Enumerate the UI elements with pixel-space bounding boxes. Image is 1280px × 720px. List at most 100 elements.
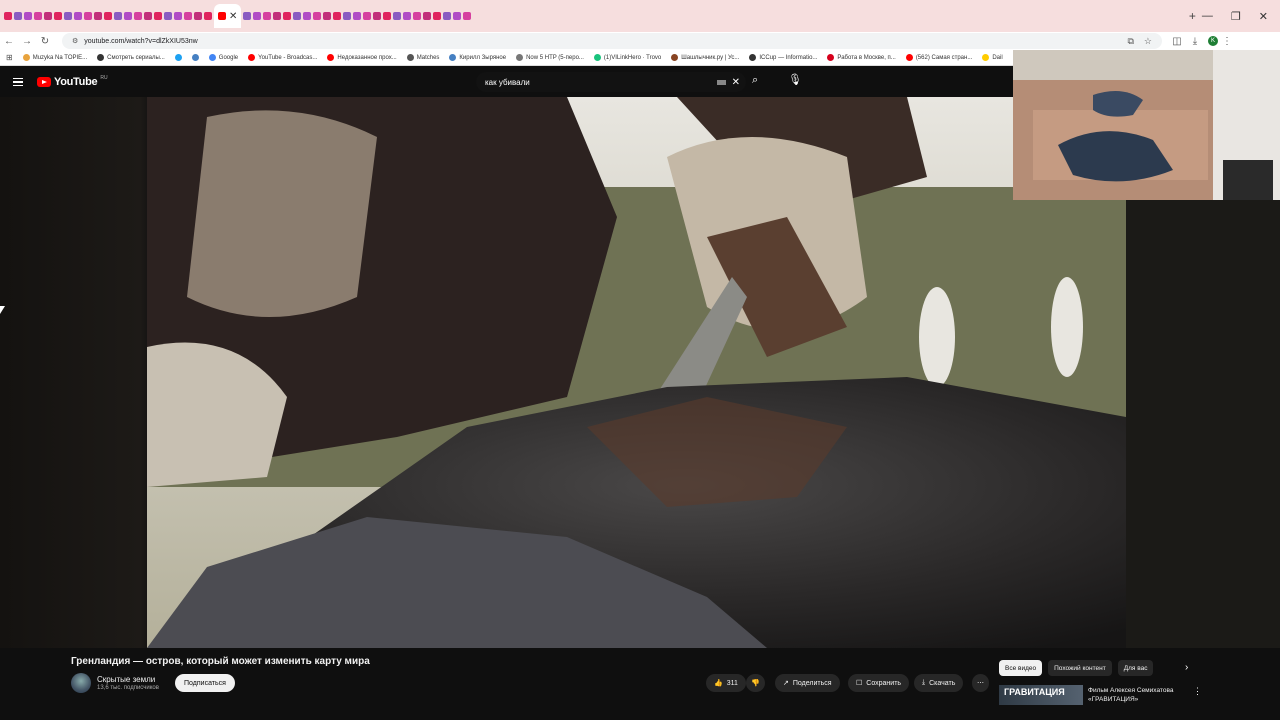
tab-favicon-icon[interactable] bbox=[204, 12, 212, 20]
channel-avatar[interactable] bbox=[71, 673, 91, 693]
dislike-button[interactable]: 👎 bbox=[746, 674, 765, 692]
chip-for-you[interactable]: Для вас bbox=[1117, 660, 1154, 676]
mic-icon[interactable]: 🎙 bbox=[788, 73, 802, 86]
tab-favicon-icon[interactable] bbox=[393, 12, 402, 20]
tab-favicon-icon[interactable] bbox=[94, 12, 102, 20]
recommendation-menu-icon[interactable]: ⋮ bbox=[1193, 686, 1202, 697]
tab-favicon-icon[interactable] bbox=[14, 12, 22, 20]
more-actions-button[interactable]: ⋯ bbox=[972, 674, 989, 692]
tab-favicon-icon[interactable] bbox=[283, 12, 292, 20]
tab-favicon-icon[interactable] bbox=[403, 12, 412, 20]
bookmark-item[interactable]: Работа в Москве, п... bbox=[827, 54, 896, 61]
apps-grid-icon[interactable]: ⊞ bbox=[6, 53, 13, 62]
profile-avatar[interactable]: K bbox=[1208, 36, 1218, 46]
subscribe-button[interactable]: Подписаться bbox=[175, 674, 235, 692]
tab-favicon-icon[interactable] bbox=[303, 12, 312, 20]
bookmark-item[interactable]: Muzyka Na TOPIE... bbox=[22, 54, 87, 61]
bookmark-item[interactable] bbox=[191, 54, 199, 61]
tab-favicon-icon[interactable] bbox=[433, 12, 442, 20]
tab-favicon-icon[interactable] bbox=[154, 12, 162, 20]
search-icon[interactable]: ⌕ bbox=[752, 74, 758, 87]
chip-similar[interactable]: Похожий контент bbox=[1048, 660, 1112, 676]
tab-favicon-icon[interactable] bbox=[413, 12, 422, 20]
channel-name[interactable]: Скрытые земли bbox=[97, 675, 155, 684]
tab-favicon-icon[interactable] bbox=[134, 12, 142, 20]
forward-icon[interactable]: → bbox=[18, 36, 36, 47]
restore-icon[interactable]: ❐ bbox=[1231, 10, 1241, 23]
bookmark-item[interactable] bbox=[174, 54, 182, 61]
bookmark-item[interactable]: Dail bbox=[982, 54, 1003, 61]
tab-favicon-icon[interactable] bbox=[323, 12, 332, 20]
tab-favicon-icon[interactable] bbox=[124, 12, 132, 20]
tab-favicon-icon[interactable] bbox=[164, 12, 172, 20]
extensions-icon[interactable]: ◫ bbox=[1168, 36, 1186, 47]
tab-favicon-icon[interactable] bbox=[293, 12, 302, 20]
tab-favicon-icon[interactable] bbox=[263, 12, 272, 20]
address-bar[interactable]: ⚙ youtube.com/watch?v=dlZkXIU53nw ⧉ ☆ bbox=[62, 33, 1162, 49]
bookmark-item[interactable]: ICCup — Informatio... bbox=[749, 54, 817, 61]
browser-menu-icon[interactable]: ⋮ bbox=[1218, 36, 1236, 47]
reload-icon[interactable]: ↻ bbox=[36, 36, 54, 47]
chip-all-videos[interactable]: Все видео bbox=[999, 660, 1043, 676]
tab-favicon-icon[interactable] bbox=[343, 12, 352, 20]
bookmark-item[interactable]: Шашлычник.ру | Ус... bbox=[671, 54, 739, 61]
download-button[interactable]: ⤓ Скачать bbox=[914, 674, 964, 692]
tab-favicon-icon[interactable] bbox=[373, 12, 382, 20]
downloads-icon[interactable]: ⤓ bbox=[1186, 36, 1204, 47]
save-button[interactable]: ☐ Сохранить bbox=[848, 674, 910, 692]
tab-favicon-icon[interactable] bbox=[443, 12, 452, 20]
url-text[interactable]: youtube.com/watch?v=dlZkXIU53nw bbox=[84, 38, 197, 45]
new-tab-button[interactable]: + bbox=[1183, 9, 1202, 23]
close-icon[interactable]: ✕ bbox=[1259, 10, 1268, 23]
bookmark-item[interactable]: (562) Самая стран... bbox=[905, 54, 972, 61]
keyboard-icon[interactable] bbox=[716, 79, 726, 85]
video-frame[interactable] bbox=[147, 97, 1126, 648]
tab-favicon-icon[interactable] bbox=[363, 12, 372, 20]
close-tab-icon[interactable]: ✕ bbox=[229, 11, 237, 22]
tab-favicon-icon[interactable] bbox=[463, 12, 472, 20]
tab-favicon-icon[interactable] bbox=[54, 12, 62, 20]
tab-favicon-icon[interactable] bbox=[24, 12, 32, 20]
tab-favicon-icon[interactable] bbox=[423, 12, 432, 20]
tab-favicon-icon[interactable] bbox=[194, 12, 202, 20]
search-query-text[interactable]: как убивали bbox=[485, 78, 530, 87]
tab-favicon-icon[interactable] bbox=[4, 12, 12, 20]
tab-favicon-icon[interactable] bbox=[84, 12, 92, 20]
tab-favicon-icon[interactable] bbox=[174, 12, 182, 20]
tab-favicon-icon[interactable] bbox=[253, 12, 262, 20]
tab-favicon-icon[interactable] bbox=[104, 12, 112, 20]
tab-favicon-icon[interactable] bbox=[44, 12, 52, 20]
bookmark-item[interactable]: Google bbox=[208, 54, 238, 61]
tab-favicon-icon[interactable] bbox=[333, 12, 342, 20]
tab-favicon-icon[interactable] bbox=[453, 12, 462, 20]
youtube-logo[interactable]: YouTube RU bbox=[37, 75, 108, 88]
tab-favicon-icon[interactable] bbox=[74, 12, 82, 20]
tab-favicon-icon[interactable] bbox=[34, 12, 42, 20]
back-icon[interactable]: ← bbox=[0, 36, 18, 47]
bookmark-item[interactable]: (1)VILinkHero · Trovo bbox=[593, 54, 661, 61]
minimize-icon[interactable]: — bbox=[1202, 10, 1213, 22]
tab-favicon-icon[interactable] bbox=[353, 12, 362, 20]
bookmark-star-icon[interactable]: ☆ bbox=[1144, 36, 1152, 47]
like-button[interactable]: 👍 311 bbox=[706, 674, 746, 692]
bookmark-item[interactable]: Недоказанное прох... bbox=[327, 54, 397, 61]
active-tab[interactable]: ✕ bbox=[214, 4, 242, 28]
search-input[interactable]: как убивали ✕ bbox=[476, 72, 746, 92]
recommendation-title[interactable]: Фильм Алексея Семихатова «ГРАВИТАЦИЯ» bbox=[1088, 686, 1183, 704]
hamburger-menu-icon[interactable] bbox=[13, 77, 23, 87]
tab-favicon-icon[interactable] bbox=[184, 12, 192, 20]
bookmark-item[interactable]: Matches bbox=[406, 54, 439, 61]
bookmark-item[interactable]: Кирилл Зыряное bbox=[449, 54, 506, 61]
tab-favicon-icon[interactable] bbox=[383, 12, 392, 20]
tab-favicon-icon[interactable] bbox=[64, 12, 72, 20]
share-button[interactable]: ↗ Поделиться bbox=[775, 674, 840, 692]
bookmark-item[interactable]: Смотреть сериалы... bbox=[97, 54, 165, 61]
site-info-icon[interactable]: ⚙ bbox=[72, 37, 78, 45]
tab-favicon-icon[interactable] bbox=[144, 12, 152, 20]
bookmark-item[interactable]: YouTube - Broadcas... bbox=[248, 54, 317, 61]
clear-search-icon[interactable]: ✕ bbox=[732, 77, 740, 88]
tab-favicon-icon[interactable] bbox=[273, 12, 282, 20]
recommendation-thumbnail[interactable]: ГРАВИТАЦИЯ bbox=[999, 685, 1083, 705]
install-icon[interactable]: ⧉ bbox=[1127, 36, 1133, 47]
chevron-right-icon[interactable]: › bbox=[1185, 662, 1188, 673]
